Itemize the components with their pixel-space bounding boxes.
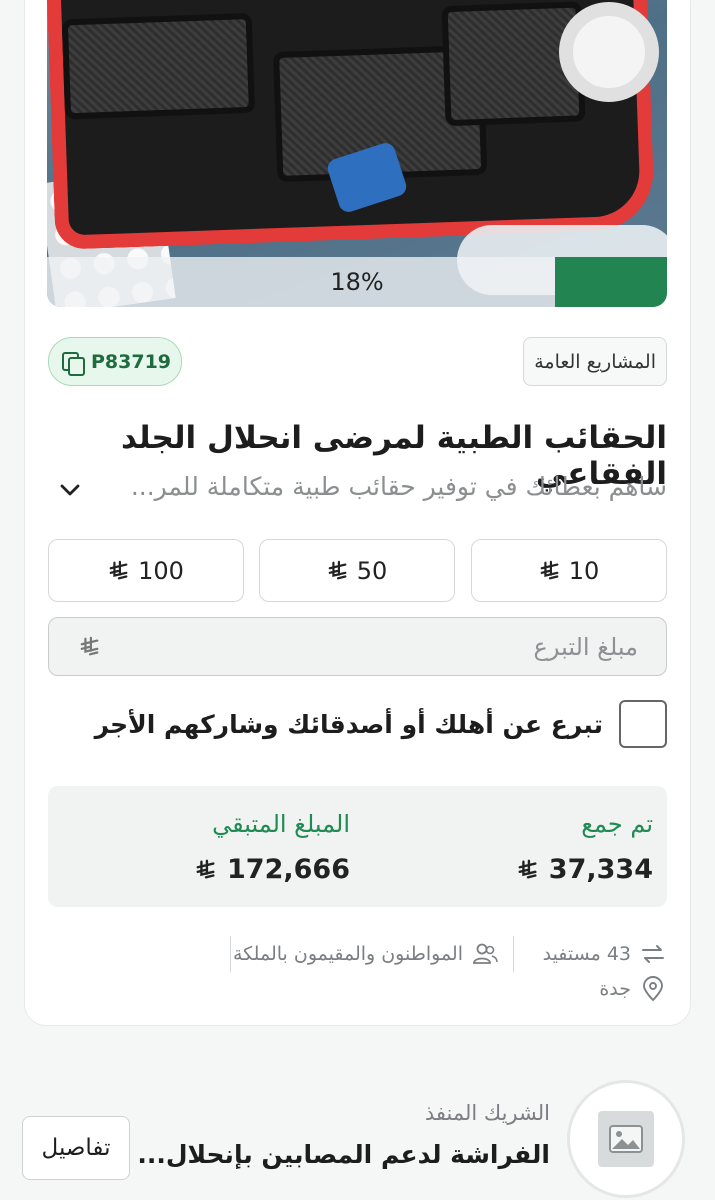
donation-amount-field[interactable] [48, 617, 667, 676]
partner-logo[interactable] [567, 1080, 685, 1198]
beneficiaries-info: 43 مستفيد [543, 936, 667, 972]
riyal-icon [79, 636, 101, 658]
collected-amount: 37,334 [517, 854, 653, 885]
partner-caption: الشريك المنفذ [424, 1101, 550, 1125]
project-code-badge[interactable]: P83719 [48, 337, 183, 386]
amount-value: 50 [356, 556, 388, 585]
partner-name: الفراشة لدعم المصابين بإنحلال... [137, 1140, 550, 1169]
amount-value: 100 [138, 556, 184, 585]
amount-value: 10 [568, 556, 600, 585]
copy-icon[interactable] [61, 351, 85, 376]
riyal-icon [517, 859, 539, 881]
project-code: P83719 [91, 350, 172, 373]
image-placeholder-icon [598, 1111, 654, 1167]
tape-roll-illustration [559, 2, 659, 102]
project-image[interactable]: 18% [47, 0, 667, 307]
funding-progress-label: 18% [330, 268, 384, 296]
amount-button-100[interactable]: 100 [48, 539, 244, 602]
meta-divider [513, 936, 514, 972]
riyal-icon [108, 560, 130, 582]
location-info: جدة [599, 971, 667, 1007]
location-pin-icon [639, 975, 667, 1003]
category-tag[interactable]: المشاريع العامة [523, 337, 667, 386]
location-text: جدة [599, 978, 631, 1000]
beneficiaries-count: 43 مستفيد [542, 943, 631, 965]
partner-details-button[interactable]: تفاصيل [22, 1116, 130, 1180]
gift-donation-option[interactable]: تبرع عن أهلك أو أصدقائك وشاركهم الأجر [95, 700, 667, 748]
audience-info: المواطنون والمقيمون بالملكة [233, 936, 499, 972]
gift-label: تبرع عن أهلك أو أصدقائك وشاركهم الأجر [94, 709, 603, 739]
users-icon [471, 940, 499, 968]
amount-button-50[interactable]: 50 [259, 539, 455, 602]
collected-value: 37,334 [548, 854, 653, 885]
riyal-icon [195, 859, 217, 881]
transfer-arrows-icon [639, 940, 667, 968]
riyal-icon [327, 560, 349, 582]
remaining-value: 172,666 [227, 854, 350, 885]
chevron-down-icon[interactable] [58, 478, 82, 502]
meta-divider [230, 936, 231, 972]
gift-checkbox[interactable] [619, 700, 667, 748]
remaining-label: المبلغ المتبقي [212, 810, 350, 838]
funding-stats: تم جمع 37,334 المبلغ المتبقي 172,666 [48, 786, 667, 907]
audience-text: المواطنون والمقيمون بالملكة [233, 943, 463, 965]
donation-amount-input[interactable] [238, 632, 638, 661]
amount-button-10[interactable]: 10 [471, 539, 667, 602]
riyal-icon [539, 560, 561, 582]
project-subtitle: ساهم بعطائك في توفير حقائب طبية متكاملة … [130, 472, 667, 501]
collected-label: تم جمع [581, 810, 653, 838]
funding-progress-bar: 18% [47, 257, 667, 307]
remaining-amount: 172,666 [195, 854, 350, 885]
